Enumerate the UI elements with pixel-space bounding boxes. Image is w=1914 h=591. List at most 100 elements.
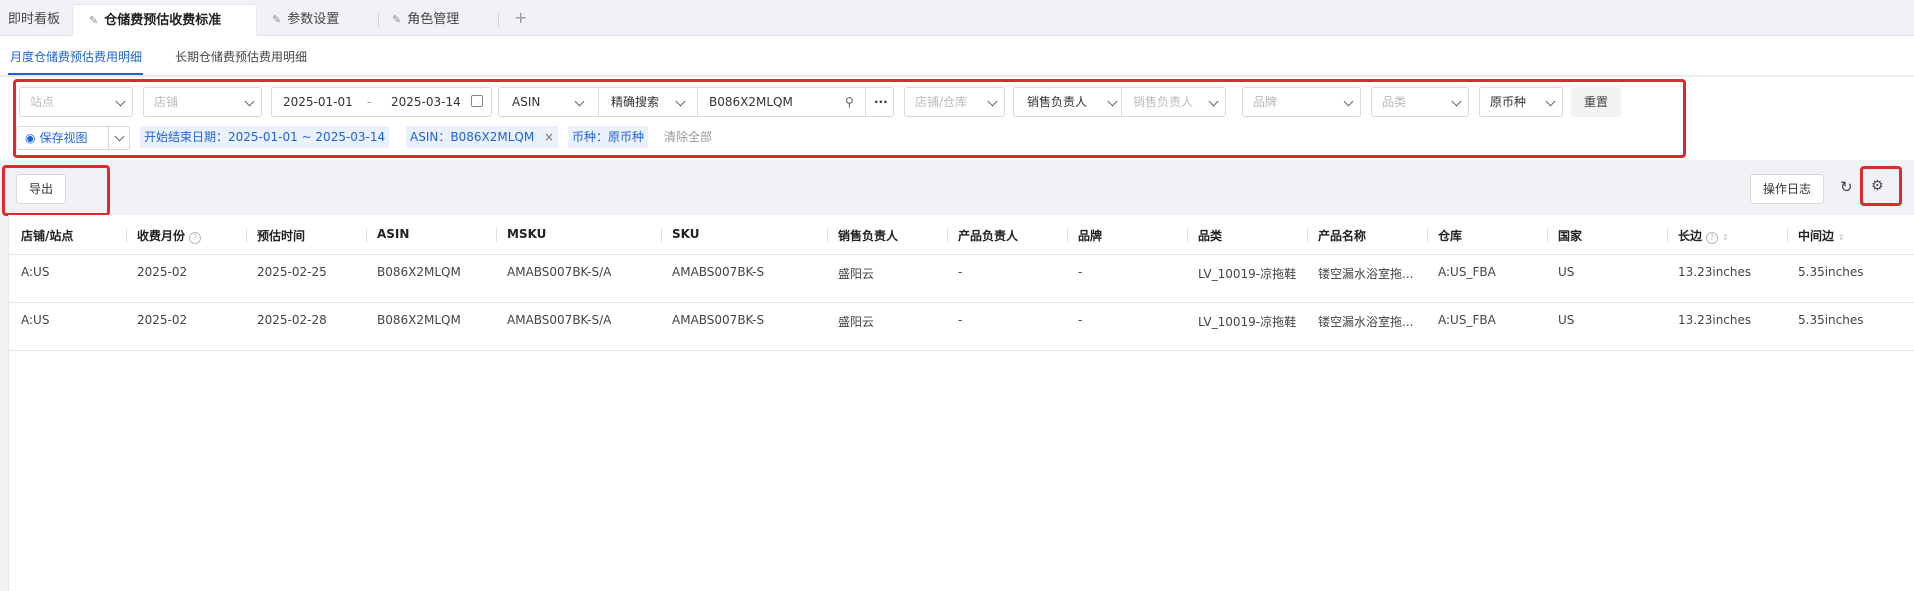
- store-warehouse-select[interactable]: 店铺/仓库: [904, 87, 1005, 117]
- store-placeholder: 店铺: [154, 95, 179, 109]
- cell-est-time: 2025-02-28: [257, 313, 327, 327]
- filter-chip-currency[interactable]: 币种：原币种: [568, 126, 649, 148]
- export-button[interactable]: 导出: [16, 174, 66, 204]
- table-header: 店铺/站点 收费月份? 预估时间 ASIN MSKU SKU 销售负责人 产品负…: [9, 215, 1914, 255]
- category-select[interactable]: 品类: [1371, 87, 1469, 117]
- col-divider: [1187, 228, 1188, 242]
- more-options-button[interactable]: ···: [874, 88, 888, 116]
- cell-product-owner: -: [958, 265, 963, 279]
- tab-roles[interactable]: ✎ 角色管理: [392, 4, 459, 36]
- cell-month: 2025-02: [137, 265, 188, 279]
- save-view-dropdown[interactable]: [108, 126, 130, 150]
- save-view-label: 保存视图: [39, 131, 88, 145]
- cell-brand: -: [1078, 265, 1083, 279]
- col-category: 品类: [1198, 229, 1223, 243]
- currency-select[interactable]: 原币种: [1479, 87, 1563, 117]
- chevron-down-icon: [675, 96, 686, 107]
- search-mode-select[interactable]: 精确搜索: [611, 88, 659, 116]
- cell-category: LV_10019-凉拖鞋: [1198, 267, 1297, 281]
- store-select[interactable]: 店铺: [143, 87, 262, 117]
- gear-icon[interactable]: ⚙: [1871, 178, 1884, 194]
- asin-search-group: ASIN 精确搜索 B086X2MLQM ⚲ ···: [498, 87, 894, 117]
- filter-chip-date-label: 开始结束日期：2025-01-01 ~ 2025-03-14: [144, 130, 386, 144]
- cell-sku: AMABS007BK-S: [672, 313, 765, 327]
- subtab-longterm[interactable]: 长期仓储费预估费用明细: [175, 48, 307, 65]
- asin-type-select[interactable]: ASIN: [512, 88, 540, 116]
- chevron-down-icon: [115, 96, 126, 107]
- tab-params[interactable]: ✎ 参数设置: [272, 4, 339, 36]
- cell-msku: AMABS007BK-S/A: [507, 313, 612, 327]
- divider: [865, 88, 866, 116]
- eye-icon: ◉: [25, 131, 36, 145]
- asin-search-input[interactable]: B086X2MLQM: [709, 88, 793, 116]
- calendar-icon: [471, 95, 483, 107]
- add-tab-button[interactable]: +: [514, 10, 527, 26]
- col-divider: [1427, 228, 1428, 242]
- cell-product-name: 镂空漏水浴室拖...: [1318, 267, 1414, 281]
- filter-chip-date[interactable]: 开始结束日期：2025-01-01 ~ 2025-03-14: [140, 126, 390, 148]
- col-divider: [661, 228, 662, 242]
- subtab-monthly[interactable]: 月度仓储费预估费用明细: [10, 48, 142, 65]
- tab-params-label: 参数设置: [287, 12, 340, 27]
- search-icon[interactable]: ⚲: [845, 88, 854, 116]
- sales-owner-type-select[interactable]: 销售负责人: [1027, 88, 1087, 116]
- col-sales-owner: 销售负责人: [838, 229, 899, 243]
- filter-chip-asin[interactable]: ASIN：B086X2MLQM ×: [406, 126, 559, 148]
- filter-chip-asin-label: ASIN：B086X2MLQM: [410, 130, 535, 144]
- col-asin: ASIN: [377, 227, 410, 241]
- col-country: 国家: [1558, 229, 1583, 243]
- col-divider: [1547, 228, 1548, 242]
- col-divider: [366, 228, 367, 242]
- cell-sales-owner: 盛阳云: [838, 267, 875, 281]
- tab-roles-label: 角色管理: [407, 12, 460, 27]
- help-icon[interactable]: ?: [1706, 232, 1719, 244]
- tab-home[interactable]: 即时看板: [8, 4, 60, 36]
- date-range-picker[interactable]: 2025-01-01 - 2025-03-14: [271, 87, 492, 117]
- col-divider: [1307, 228, 1308, 242]
- pin-icon: ✎: [392, 13, 402, 26]
- col-divider: [246, 228, 247, 242]
- col-divider: [496, 228, 497, 242]
- col-divider: [126, 228, 127, 242]
- divider: [1121, 88, 1122, 116]
- clear-all-link[interactable]: 清除全部: [664, 126, 712, 148]
- cell-store-site: A:US: [21, 265, 50, 279]
- table-row[interactable]: A:US 2025-02 2025-02-28 B086X2MLQM AMABS…: [9, 303, 1914, 351]
- cell-asin[interactable]: B086X2MLQM: [377, 313, 461, 327]
- filter-chip-currency-label: 币种：原币种: [572, 130, 645, 144]
- sort-icon[interactable]: ⇕: [1838, 233, 1845, 242]
- sales-owner-select[interactable]: 销售负责人: [1133, 88, 1193, 116]
- brand-placeholder: 品牌: [1253, 95, 1278, 109]
- toolbar: 导出 操作日志 ↻ ⚙: [0, 160, 1914, 215]
- reset-button[interactable]: 重置: [1571, 87, 1621, 117]
- chevron-down-icon: [1208, 96, 1219, 107]
- col-long-side[interactable]: 长边? ⇕: [1678, 227, 1729, 244]
- table-row[interactable]: A:US 2025-02 2025-02-25 B086X2MLQM AMABS…: [9, 255, 1914, 303]
- date-start: 2025-01-01: [283, 95, 353, 109]
- cell-product-name: 镂空漏水浴室拖...: [1318, 315, 1414, 329]
- help-icon[interactable]: ?: [189, 232, 202, 244]
- site-select[interactable]: 站点: [19, 87, 133, 117]
- col-mid-side[interactable]: 中间边 ⇕: [1798, 227, 1845, 244]
- active-subtab-indicator: [8, 73, 143, 75]
- chevron-down-icon: [1107, 96, 1118, 107]
- sort-icon[interactable]: ⇕: [1722, 233, 1729, 242]
- col-divider: [1787, 228, 1788, 242]
- tab-active-label: 仓储费预估收费标准: [104, 13, 222, 28]
- cell-mid-side: 5.35inches: [1798, 265, 1864, 279]
- cell-msku: AMABS007BK-S/A: [507, 265, 612, 279]
- divider: [697, 88, 698, 116]
- col-divider: [1067, 228, 1068, 242]
- data-table: 店铺/站点 收费月份? 预估时间 ASIN MSKU SKU 销售负责人 产品负…: [8, 215, 1914, 591]
- tab-storage-fee-standard[interactable]: ✎ 仓储费预估收费标准: [72, 4, 257, 36]
- cell-product-owner: -: [958, 313, 963, 327]
- cell-asin[interactable]: B086X2MLQM: [377, 265, 461, 279]
- col-product-name: 产品名称: [1318, 229, 1367, 243]
- operation-log-button[interactable]: 操作日志: [1750, 174, 1824, 204]
- brand-select[interactable]: 品牌: [1242, 87, 1361, 117]
- cell-mid-side: 5.35inches: [1798, 313, 1864, 327]
- refresh-icon[interactable]: ↻: [1840, 178, 1853, 196]
- close-icon[interactable]: ×: [544, 130, 554, 144]
- chevron-down-icon: [244, 96, 255, 107]
- chevron-down-icon: [1343, 96, 1354, 107]
